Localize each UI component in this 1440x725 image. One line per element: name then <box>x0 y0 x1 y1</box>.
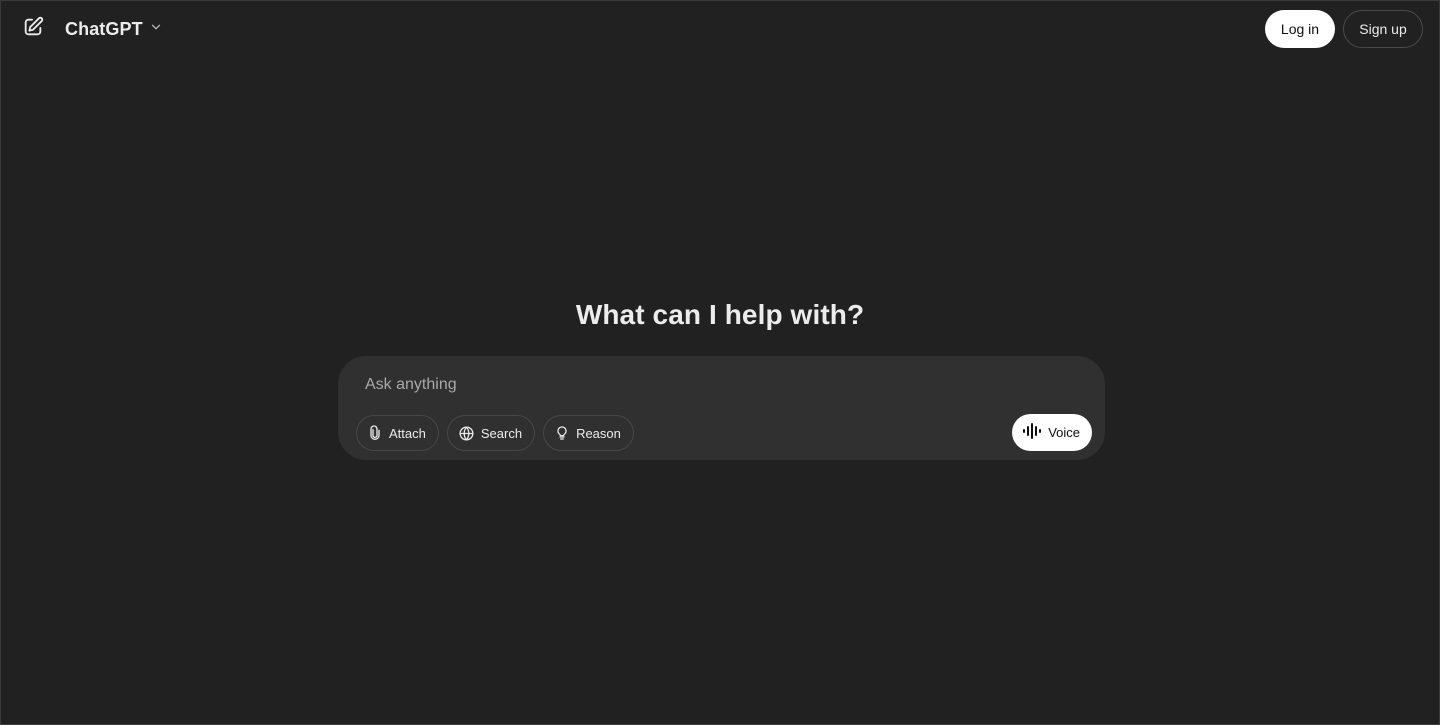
search-button[interactable]: Search <box>446 415 536 451</box>
attach-label: Attach <box>389 425 426 441</box>
new-chat-button[interactable] <box>15 11 51 47</box>
voice-label: Voice <box>1048 425 1080 440</box>
model-name: ChatGPT <box>65 18 143 39</box>
voice-button[interactable]: Voice <box>1012 414 1092 451</box>
page: ChatGPT Log in Sign up What can I help w… <box>0 0 1440 725</box>
top-bar: ChatGPT Log in Sign up <box>1 1 1439 57</box>
page-title: What can I help with? <box>575 299 865 330</box>
login-button[interactable]: Log in <box>1265 10 1335 48</box>
model-switcher[interactable]: ChatGPT <box>57 11 171 47</box>
signup-button[interactable]: Sign up <box>1343 10 1423 48</box>
lightbulb-icon <box>554 425 570 441</box>
auth-buttons: Log in Sign up <box>1265 10 1423 48</box>
waveform-icon <box>1023 423 1042 442</box>
attach-button[interactable]: Attach <box>356 415 439 451</box>
chevron-down-icon <box>149 20 163 39</box>
globe-icon <box>458 425 475 442</box>
composer-tools: Attach Search Reason <box>356 415 634 451</box>
search-label: Search <box>480 425 523 441</box>
prompt-composer: Attach Search <box>338 356 1105 460</box>
reason-label: Reason <box>576 425 621 441</box>
paperclip-icon <box>367 425 383 441</box>
edit-icon <box>22 16 44 43</box>
prompt-input[interactable] <box>365 373 1065 397</box>
reason-button[interactable]: Reason <box>543 415 634 451</box>
